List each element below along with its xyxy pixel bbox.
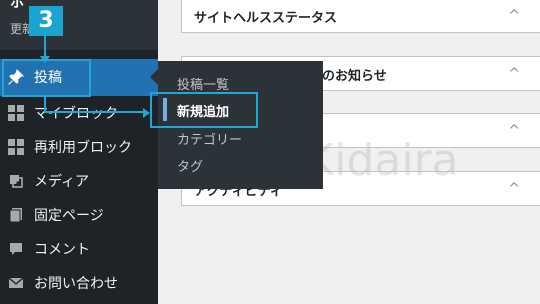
sidebar-item-label: マイブロック	[34, 106, 118, 122]
admin-sidebar: ホ 更新 投稿 マイブロック 再利用ブロック メディア 固定ページ コメント お…	[0, 0, 158, 304]
widget-site-health: サイトヘルスステータス ^	[181, 0, 540, 33]
collapse-up-icon[interactable]: ^	[508, 123, 520, 139]
submenu-item-categories[interactable]: カテゴリー	[177, 129, 242, 148]
sidebar-item-my-blocks[interactable]: マイブロック	[0, 97, 158, 129]
sidebar-item-label: コメント	[34, 242, 90, 258]
sidebar-item-reusable-blocks[interactable]: 再利用ブロック	[0, 131, 158, 163]
dashboard-section: ホ 更新	[0, 0, 158, 50]
widget-title: のお知らせ	[322, 69, 387, 84]
comment-icon	[8, 241, 24, 257]
grid-icon	[8, 139, 24, 155]
site-name-partial[interactable]: ホ	[10, 0, 24, 12]
pages-icon	[8, 207, 24, 223]
sidebar-item-label: お問い合わせ	[34, 276, 118, 292]
sidebar-item-contact[interactable]: お問い合わせ	[0, 267, 158, 299]
sidebar-item-label: 固定ページ	[34, 208, 104, 224]
highlight-add-new	[150, 92, 258, 128]
step-number-badge: 3	[29, 6, 63, 36]
widget-title: サイトヘルスステータス	[194, 11, 338, 26]
mail-icon	[8, 275, 24, 291]
sidebar-item-pages[interactable]: 固定ページ	[0, 199, 158, 231]
highlight-posts	[2, 59, 91, 97]
grid-icon	[8, 105, 24, 121]
sidebar-item-media[interactable]: メディア	[0, 165, 158, 197]
arrow-right-icon	[143, 108, 150, 118]
collapse-up-icon[interactable]: ^	[508, 181, 520, 197]
sidebar-item-label: メディア	[34, 174, 90, 190]
sidebar-item-comments[interactable]: コメント	[0, 233, 158, 265]
media-icon	[8, 173, 24, 189]
collapse-up-icon[interactable]: ^	[508, 8, 520, 24]
submenu-item-all-posts[interactable]: 投稿一覧	[177, 74, 229, 93]
connector-line	[44, 36, 46, 57]
collapse-up-icon[interactable]: ^	[508, 66, 520, 82]
submenu-item-tags[interactable]: タグ	[177, 156, 203, 175]
sidebar-item-label: 再利用ブロック	[34, 140, 132, 156]
connector-line	[44, 111, 144, 113]
flyout-pointer	[150, 69, 158, 85]
